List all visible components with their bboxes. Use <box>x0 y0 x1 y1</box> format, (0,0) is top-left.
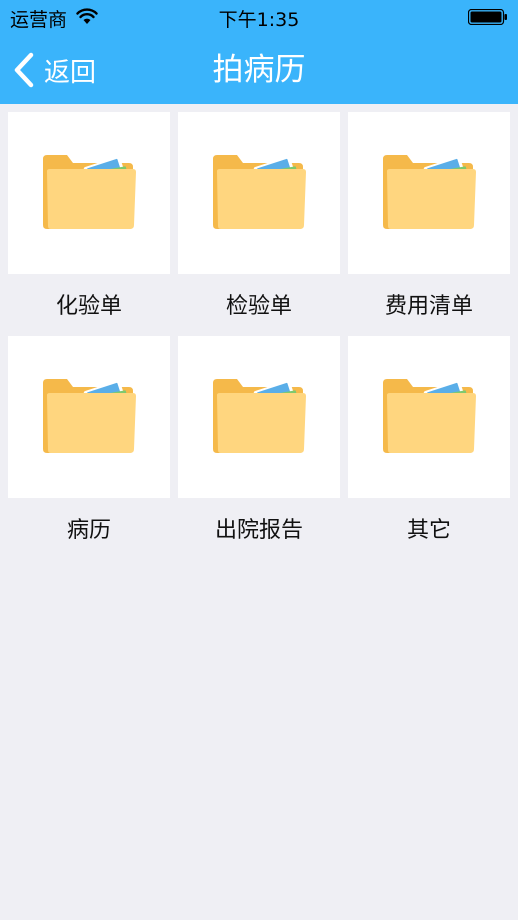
navigation-bar: 返回 拍病历 <box>0 40 518 100</box>
tile-card <box>348 336 510 498</box>
battery-icon <box>468 9 507 25</box>
category-tile-discharge-report[interactable]: 出院报告 <box>178 336 340 550</box>
category-label: 其它 <box>406 518 451 543</box>
page-title: 拍病历 <box>212 52 306 88</box>
category-label: 出院报告 <box>214 518 303 543</box>
folder-icon <box>213 379 306 453</box>
status-time: 下午1:35 <box>218 9 300 31</box>
category-label: 费用清单 <box>384 294 473 319</box>
category-label: 检验单 <box>225 294 292 319</box>
category-tile-expense-list[interactable]: 费用清单 <box>348 112 510 326</box>
folder-icon <box>43 155 136 229</box>
folder-icon <box>43 379 136 453</box>
tile-card <box>8 112 170 274</box>
category-tile-medical-record[interactable]: 病历 <box>8 336 170 550</box>
tile-card <box>178 112 340 274</box>
tile-card <box>8 336 170 498</box>
category-tile-lab-report[interactable]: 化验单 <box>8 112 170 326</box>
folder-icon <box>213 155 306 229</box>
tile-card <box>178 336 340 498</box>
tile-card <box>348 112 510 274</box>
category-label: 病历 <box>66 518 111 543</box>
header: 运营商 下午1:35 返回 拍病历 <box>0 0 518 104</box>
category-tile-test-report[interactable]: 检验单 <box>178 112 340 326</box>
status-bar: 运营商 下午1:35 <box>0 0 518 34</box>
category-tile-other[interactable]: 其它 <box>348 336 510 550</box>
folder-icon <box>383 155 476 229</box>
folder-icon <box>383 379 476 453</box>
category-label: 化验单 <box>55 294 122 319</box>
